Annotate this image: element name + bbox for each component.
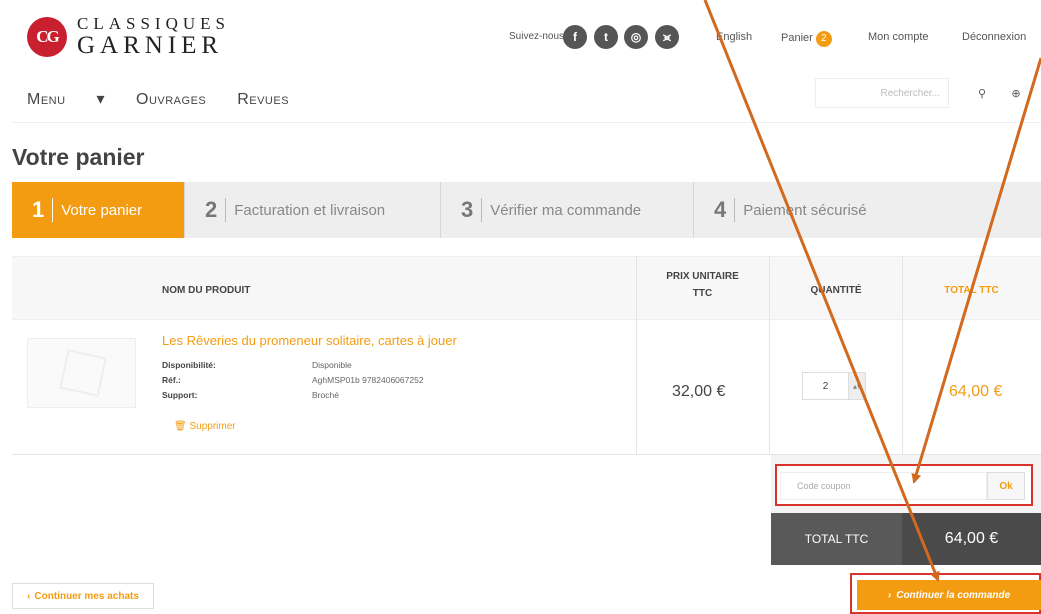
support-value: Broché: [312, 390, 339, 400]
availability-label: Disponibilité:: [162, 360, 216, 370]
trash-icon: 🗑: [174, 421, 187, 432]
step-review[interactable]: 3 Vérifier ma commande: [441, 182, 694, 238]
advanced-search-icon[interactable]: ⊕: [1005, 78, 1027, 108]
logo-badge: CG: [27, 16, 67, 57]
ref-label: Réf.:: [162, 375, 181, 385]
step-cart[interactable]: 1 Votre panier: [12, 182, 185, 238]
quantity-select[interactable]: 2 ▴▾: [802, 372, 866, 400]
ref-value: AghMSP01b 9782406067252: [312, 375, 424, 385]
spinner-icon: ▴▾: [848, 373, 865, 399]
cart-count-badge: 2: [815, 31, 832, 47]
remove-item-button[interactable]: 🗑 Supprimer: [174, 421, 236, 432]
product-thumbnail[interactable]: [27, 338, 136, 408]
account-link[interactable]: Mon compte: [868, 31, 929, 43]
header-divider: [12, 122, 1041, 123]
step-billing[interactable]: 2 Facturation et livraison: [185, 182, 441, 238]
logo[interactable]: CG CLASSIQUES GARNIER: [27, 15, 230, 58]
header-product: NOM DU PRODUIT: [162, 285, 251, 296]
facebook-icon[interactable]: f: [563, 25, 587, 49]
logo-line2: GARNIER: [77, 32, 224, 59]
header-quantity: QUANTITÉ: [810, 285, 862, 296]
chevron-left-icon: ‹: [27, 590, 31, 602]
follow-us-label: Suivez-nous: [509, 31, 565, 42]
coupon-ok-button[interactable]: Ok: [987, 472, 1025, 500]
product-name-link[interactable]: Les Rêveries du promeneur solitaire, car…: [162, 333, 457, 348]
chevron-down-icon: ▾: [96, 91, 106, 108]
nav-ouvrages[interactable]: Ouvrages: [136, 91, 206, 108]
coupon-input[interactable]: Code coupon: [780, 472, 987, 500]
instagram-icon[interactable]: ◎: [624, 25, 648, 49]
step-payment[interactable]: 4 Paiement sécurisé: [694, 182, 887, 238]
logout-link[interactable]: Déconnexion: [962, 31, 1026, 43]
header-total: TOTAL TTC: [944, 285, 999, 296]
cart-link[interactable]: Panier 2: [781, 31, 832, 47]
header-unit-price: PRIX UNITAIRE TTC: [666, 271, 739, 299]
language-link[interactable]: English: [716, 31, 752, 43]
checkout-steps: 1 Votre panier 2 Facturation et livraison …: [12, 182, 1041, 238]
twitter-icon[interactable]: t: [594, 25, 618, 49]
nav-menu[interactable]: Menu ▾: [27, 91, 105, 108]
total-value: 64,00 €: [902, 513, 1041, 565]
availability-value: Disponible: [312, 360, 352, 370]
nav-revues[interactable]: Revues: [237, 91, 289, 108]
logo-line1: CLASSIQUES: [77, 14, 230, 33]
search-input[interactable]: Rechercher...: [815, 78, 949, 108]
main-nav: Menu ▾ Ouvrages Revues: [27, 89, 315, 109]
chevron-right-icon: ›: [887, 589, 892, 601]
line-total: 64,00 €: [949, 383, 1003, 400]
continue-order-button[interactable]: › Continuer la commande: [857, 580, 1041, 610]
search-icon[interactable]: ⚲: [971, 78, 993, 108]
rss-icon[interactable]: ⪤: [655, 25, 679, 49]
continue-shopping-button[interactable]: ‹ Continuer mes achats: [12, 583, 154, 609]
page-title: Votre panier: [12, 144, 145, 170]
support-label: Support:: [162, 390, 198, 400]
total-label: TOTAL TTC: [771, 513, 902, 565]
cart-label: Panier: [781, 32, 813, 44]
unit-price: 32,00 €: [672, 383, 726, 400]
